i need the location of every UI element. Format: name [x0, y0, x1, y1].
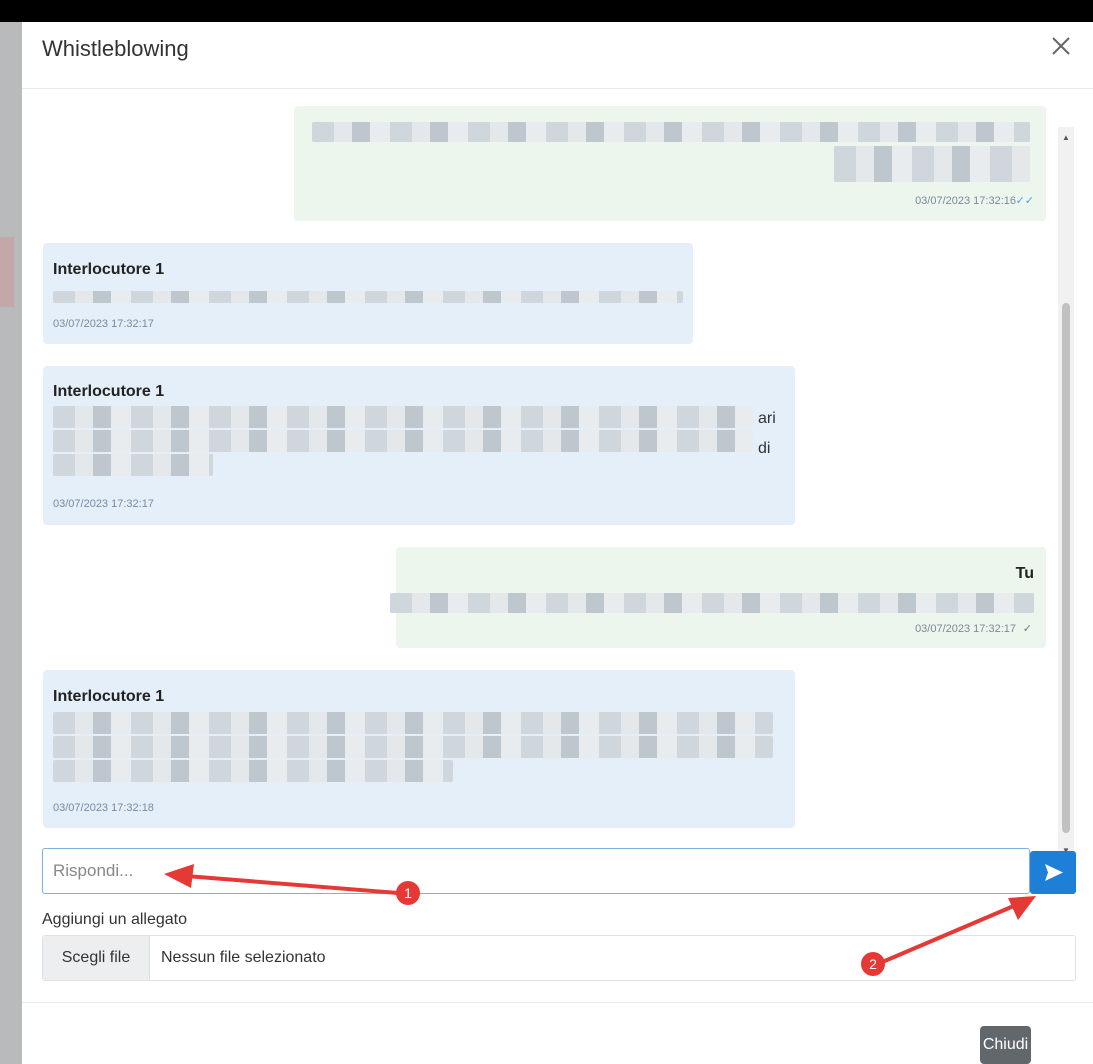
- backdrop-highlight: [0, 237, 14, 307]
- redacted-text: [53, 760, 453, 782]
- redacted-text: [834, 146, 1030, 182]
- whistleblowing-modal: Whistleblowing 03/07/2023 17:32:16 ✓✓ In…: [22, 22, 1093, 1064]
- send-button[interactable]: [1030, 851, 1076, 894]
- redacted-text: [312, 122, 1030, 142]
- message-timestamp: 03/07/2023 17:32:16: [915, 195, 1016, 207]
- send-icon: [1045, 864, 1063, 881]
- file-input[interactable]: Scegli file Nessun file selezionato: [42, 935, 1076, 981]
- chat-message: Interlocutore 1 03/07/2023 17:32:17: [43, 243, 693, 344]
- page-backdrop: [0, 22, 22, 1064]
- check-icon: ✓: [1022, 623, 1032, 635]
- message-author: Tu: [1015, 565, 1034, 582]
- choose-file-button[interactable]: Scegli file: [43, 936, 150, 980]
- scroll-thumb[interactable]: [1062, 303, 1070, 833]
- message-timestamp: 03/07/2023 17:32:17: [53, 498, 154, 510]
- top-bar: [0, 0, 1093, 22]
- message-timestamp: 03/07/2023 17:32:18: [53, 802, 154, 814]
- message-timestamp: 03/07/2023 17:32:17: [53, 318, 154, 330]
- reply-input[interactable]: [42, 848, 1030, 894]
- close-button[interactable]: Chiudi: [980, 1026, 1031, 1064]
- chat-message: Tu 03/07/2023 17:32:17 ✓: [390, 547, 1046, 648]
- footer-divider: [22, 1002, 1093, 1003]
- redacted-text: [53, 736, 773, 758]
- double-check-icon: ✓✓: [1015, 195, 1034, 207]
- chat-message: 03/07/2023 17:32:16 ✓✓: [294, 106, 1046, 221]
- chat-message: Interlocutore 1 ari di 03/07/2023 17:32:…: [43, 366, 795, 525]
- redacted-text: [390, 593, 1034, 613]
- redacted-text: [53, 406, 753, 428]
- redacted-text: [53, 454, 213, 476]
- message-timestamp: 03/07/2023 17:32:17: [915, 623, 1016, 635]
- redacted-text: [53, 430, 753, 452]
- message-author: Interlocutore 1: [53, 383, 165, 400]
- file-status: Nessun file selezionato: [161, 949, 326, 966]
- redacted-text: [53, 291, 683, 303]
- attachment-label: Aggiungi un allegato: [42, 911, 188, 928]
- chat-message: Interlocutore 1 03/07/2023 17:32:18: [43, 670, 795, 828]
- message-author: Interlocutore 1: [53, 688, 165, 705]
- scroll-up-icon[interactable]: ▲: [1061, 133, 1071, 142]
- modal-title: Whistleblowing: [42, 36, 189, 61]
- message-text-fragment: di: [758, 440, 771, 457]
- redacted-text: [53, 712, 773, 734]
- chat-scrollbar[interactable]: ▲ ▼: [1058, 127, 1074, 859]
- message-author: Interlocutore 1: [53, 261, 165, 278]
- close-icon[interactable]: [1047, 32, 1075, 60]
- modal-header: Whistleblowing: [22, 22, 1093, 89]
- chat-thread: 03/07/2023 17:32:16 ✓✓ Interlocutore 1 0…: [22, 89, 1093, 849]
- message-text-fragment: ari: [758, 410, 776, 427]
